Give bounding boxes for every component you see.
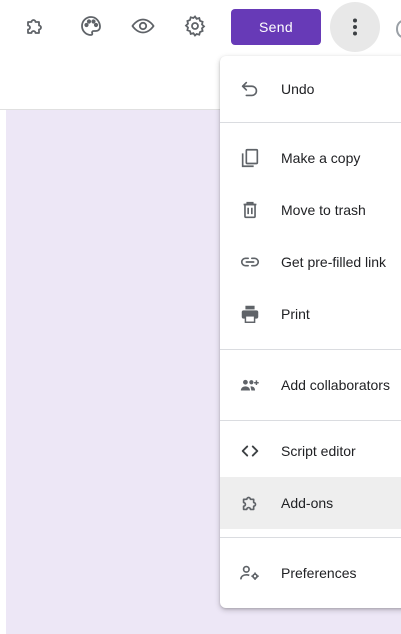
print-icon: [238, 302, 262, 326]
trash-icon: [238, 198, 262, 222]
menu-item-label: Make a copy: [281, 150, 361, 166]
palette-icon[interactable]: [76, 11, 106, 41]
menu-item-preferences[interactable]: Preferences: [220, 547, 401, 599]
more-options-menu: Undo Make a copy Move to trash Get pre-f…: [220, 56, 401, 608]
menu-item-prefilled-link[interactable]: Get pre-filled link: [220, 236, 401, 288]
menu-item-print[interactable]: Print: [220, 288, 401, 340]
menu-item-label: Script editor: [281, 443, 356, 459]
menu-item-make-copy[interactable]: Make a copy: [220, 132, 401, 184]
menu-item-label: Add collaborators: [281, 377, 390, 393]
gear-icon[interactable]: [180, 11, 210, 41]
menu-item-add-ons[interactable]: Add-ons: [220, 477, 401, 529]
menu-item-label: Move to trash: [281, 202, 366, 218]
collaborators-icon: [238, 373, 262, 397]
more-vert-icon[interactable]: [330, 2, 380, 52]
menu-divider: [220, 122, 401, 123]
code-icon: [238, 439, 262, 463]
menu-item-label: Print: [281, 306, 310, 322]
menu-divider: [220, 537, 401, 538]
link-icon: [238, 250, 262, 274]
addons-icon[interactable]: [20, 11, 50, 41]
eye-icon[interactable]: [128, 11, 158, 41]
preferences-icon: [238, 561, 262, 585]
menu-divider: [220, 349, 401, 350]
avatar[interactable]: [396, 20, 401, 38]
menu-item-add-collaborators[interactable]: Add collaborators: [220, 359, 401, 411]
menu-item-script-editor[interactable]: Script editor: [220, 425, 401, 477]
menu-item-label: Add-ons: [281, 495, 334, 511]
undo-icon: [238, 77, 262, 101]
copy-icon: [238, 146, 262, 170]
menu-item-label: Preferences: [281, 565, 357, 581]
addons-icon: [238, 491, 262, 515]
menu-item-label: Undo: [281, 81, 315, 97]
toolbar: Send: [0, 0, 401, 55]
send-button[interactable]: Send: [231, 9, 321, 45]
menu-item-label: Get pre-filled link: [281, 254, 387, 270]
menu-item-move-to-trash[interactable]: Move to trash: [220, 184, 401, 236]
menu-divider: [220, 420, 401, 421]
menu-item-undo[interactable]: Undo: [220, 63, 401, 115]
